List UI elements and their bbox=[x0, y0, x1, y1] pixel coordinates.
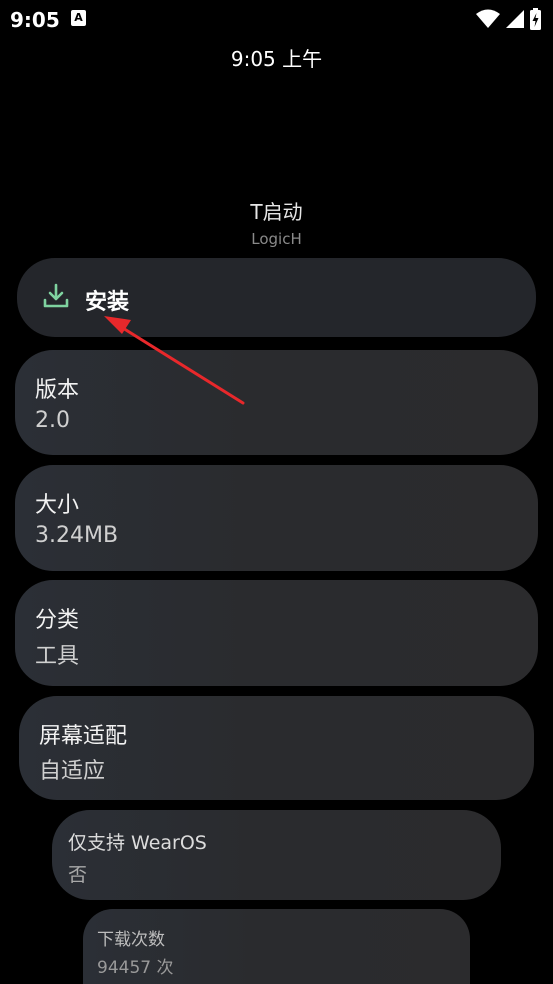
app-developer: LogicH bbox=[251, 230, 302, 248]
status-time: 9:05 bbox=[10, 8, 60, 32]
signal-icon bbox=[506, 10, 524, 28]
detail-label: 大小 bbox=[35, 493, 80, 518]
detail-version: 版本 2.0 bbox=[15, 350, 538, 455]
detail-value: 工具 bbox=[35, 644, 80, 669]
download-icon bbox=[43, 283, 69, 308]
detail-label: 下载次数 bbox=[97, 930, 165, 950]
detail-value: 3.24MB bbox=[35, 523, 119, 548]
watch-clock: 9:05 上午 bbox=[230, 47, 323, 71]
detail-label: 屏幕适配 bbox=[39, 724, 128, 749]
wifi-icon bbox=[476, 9, 500, 28]
detail-wearos-only: 仅支持 WearOS 否 bbox=[52, 810, 501, 900]
detail-value: 94457 次 bbox=[97, 958, 174, 978]
detail-label: 版本 bbox=[35, 378, 80, 403]
battery-charging-icon bbox=[530, 8, 541, 30]
detail-value: 否 bbox=[68, 864, 88, 886]
detail-downloads: 下载次数 94457 次 bbox=[83, 909, 470, 984]
detail-value: 自适应 bbox=[39, 759, 106, 784]
detail-size: 大小 3.24MB bbox=[15, 465, 538, 571]
detail-screen-fit: 屏幕适配 自适应 bbox=[19, 696, 534, 800]
detail-category: 分类 工具 bbox=[15, 580, 538, 686]
install-label: 安装 bbox=[85, 290, 130, 315]
detail-label: 仅支持 WearOS bbox=[68, 832, 207, 854]
app-name: T启动 bbox=[250, 200, 303, 224]
notification-a-icon: A bbox=[71, 10, 86, 26]
detail-value: 2.0 bbox=[35, 408, 70, 433]
status-bar: 9:05 A bbox=[0, 0, 553, 40]
install-button[interactable]: 安装 bbox=[17, 258, 536, 337]
detail-label: 分类 bbox=[35, 608, 80, 633]
